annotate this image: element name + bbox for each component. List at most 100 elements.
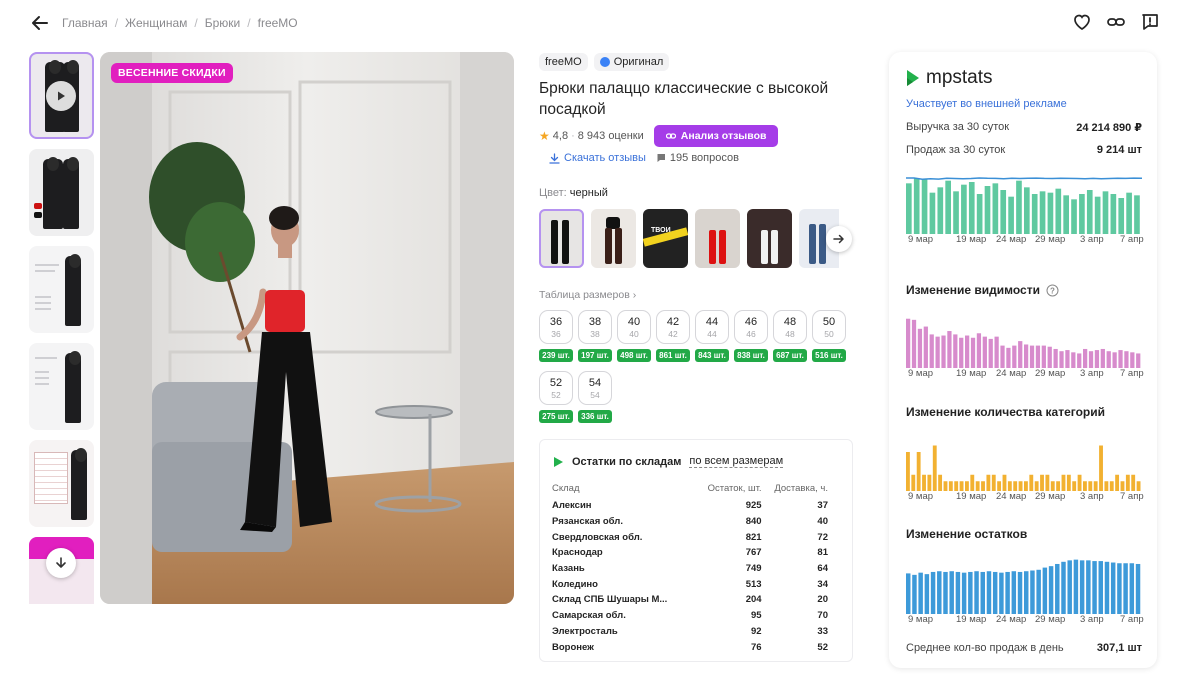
- size-button[interactable]: 54 54: [578, 371, 612, 405]
- external-ad-note[interactable]: Участвует во внешней рекламе: [906, 98, 1067, 110]
- thumbnail-image[interactable]: [29, 149, 94, 236]
- main-product-image[interactable]: ВЕСЕННИЕ СКИДКИ: [100, 52, 514, 604]
- chart-bar: [1077, 353, 1082, 368]
- color-swatch[interactable]: [539, 209, 584, 268]
- thumbnail-image[interactable]: [29, 537, 94, 604]
- chart-bar: [1024, 344, 1029, 368]
- download-icon: [549, 152, 560, 164]
- stock-value: 204: [745, 594, 762, 606]
- size-button[interactable]: 46 46: [734, 310, 768, 344]
- breadcrumb-item[interactable]: Брюки: [205, 16, 241, 30]
- size-grid: 36 36 239 шт. 38 38 197 шт. 40 40 498 шт. 42 42…: [539, 310, 859, 423]
- chart-bar: [916, 452, 921, 491]
- chart-bar: [1000, 190, 1007, 234]
- breadcrumb-item[interactable]: freeMO: [258, 16, 298, 30]
- color-swatch[interactable]: [747, 209, 792, 268]
- mpstats-logo[interactable]: mpstats: [906, 67, 993, 89]
- chart-bar: [1024, 481, 1028, 491]
- reviews-links-row: Скачать отзывы 195 вопросов: [549, 152, 739, 164]
- scroll-down-icon[interactable]: [46, 548, 76, 578]
- chart-bar: [1117, 563, 1122, 614]
- stock-value: 92: [750, 625, 762, 637]
- chart-bar: [1040, 474, 1044, 491]
- color-swatch[interactable]: [591, 209, 636, 268]
- categories-chart[interactable]: 9 мар 19 мар 24 мар 29 мар 3 апр 7 апр: [906, 435, 1144, 503]
- chart-bar: [992, 183, 999, 234]
- size-button[interactable]: 44 44: [695, 310, 729, 344]
- sales-chart[interactable]: 9 мар 19 мар 24 мар 29 мар 3 апр 7 апр: [906, 170, 1144, 246]
- play-icon[interactable]: [46, 81, 76, 111]
- delivery-hours: 37: [817, 500, 828, 512]
- heart-icon[interactable]: [1072, 12, 1092, 32]
- size-ru: 46: [746, 328, 756, 339]
- analyze-reviews-button[interactable]: Анализ отзывов: [653, 125, 779, 147]
- mpstats-logo-text: mpstats: [926, 67, 993, 88]
- chart-bar: [1030, 570, 1035, 614]
- x-tick-label: 24 мар: [996, 491, 1027, 502]
- x-tick-label: 29 мар: [1035, 368, 1066, 379]
- chart-bar: [1088, 481, 1093, 491]
- next-arrow-icon[interactable]: [826, 226, 852, 252]
- chart-bar: [1112, 352, 1117, 368]
- chart-bar: [965, 335, 970, 368]
- questions-label: 195 вопросов: [669, 152, 739, 164]
- breadcrumb-item[interactable]: Женщинам: [125, 16, 187, 30]
- help-icon[interactable]: ?: [1046, 284, 1059, 297]
- delivery-hours: 20: [817, 594, 828, 606]
- stock-chart[interactable]: 9 мар 19 мар 24 мар 29 мар 3 апр 7 апр: [906, 552, 1144, 626]
- categories-heading: Изменение количества категорий: [906, 405, 1105, 419]
- x-tick-label: 7 апр: [1120, 614, 1144, 625]
- size-table-link[interactable]: Таблица размеров ›: [539, 289, 636, 301]
- chart-bar: [1017, 571, 1023, 614]
- chart-bar: [923, 326, 928, 368]
- revenue-label: Выручка за 30 суток: [906, 121, 1010, 133]
- size-button[interactable]: 48 48: [773, 310, 807, 344]
- size-button[interactable]: 50 50: [812, 310, 846, 344]
- visibility-chart[interactable]: 9 мар 19 мар 24 мар 29 мар 3 апр 7 апр: [906, 308, 1144, 380]
- chart-bar: [968, 571, 973, 614]
- size-button[interactable]: 42 42: [656, 310, 690, 344]
- chart-bar: [1063, 195, 1069, 234]
- size-button[interactable]: 38 38: [578, 310, 612, 344]
- size-button[interactable]: 40 40: [617, 310, 651, 344]
- chart-bar: [947, 331, 952, 368]
- chart-bar: [1079, 194, 1085, 234]
- reviews-count[interactable]: 8 943 оценки: [578, 130, 644, 142]
- table-row: Алексин 925 37: [552, 498, 828, 514]
- color-swatch[interactable]: ТВОИ: [643, 209, 688, 268]
- stock-badge: 498 шт.: [617, 349, 651, 362]
- brand-row: freeMO Оригинал: [539, 53, 670, 71]
- thumbnail-image[interactable]: [29, 440, 94, 527]
- size-ru: 38: [590, 328, 600, 339]
- link-icon[interactable]: [1106, 12, 1126, 32]
- size-button[interactable]: 52 52: [539, 371, 573, 405]
- warehouse-filter-dropdown[interactable]: по всем размерам: [689, 455, 784, 468]
- back-arrow-icon[interactable]: [30, 13, 50, 33]
- thumbnail-video[interactable]: [29, 52, 94, 139]
- chart-bar: [1029, 474, 1034, 491]
- brand-chip[interactable]: freeMO: [539, 53, 588, 71]
- chart-bar: [1047, 346, 1052, 368]
- chart-bar: [1059, 351, 1064, 368]
- size-button[interactable]: 36 36: [539, 310, 573, 344]
- warehouse-name: Рязанская обл.: [552, 516, 623, 528]
- report-icon[interactable]: [1140, 12, 1160, 32]
- chart-bar: [1131, 474, 1136, 491]
- breadcrumb-item[interactable]: Главная: [62, 16, 108, 30]
- x-tick-label: 29 мар: [1035, 234, 1066, 245]
- color-swatch[interactable]: [695, 209, 740, 268]
- warehouse-name: Склад СПБ Шушары М...: [552, 594, 668, 606]
- chart-bar: [1067, 560, 1072, 614]
- download-reviews-link[interactable]: Скачать отзывы: [549, 152, 646, 164]
- chart-bar: [918, 572, 923, 614]
- thumbnail-image[interactable]: [29, 246, 94, 333]
- questions-link[interactable]: 195 вопросов: [656, 152, 739, 164]
- chart-bar: [970, 337, 976, 368]
- sales-row: Продаж за 30 суток 9 214 шт: [906, 144, 1142, 156]
- table-row: Воронеж 76 52: [552, 639, 828, 655]
- warehouse-name: Электросталь: [552, 625, 618, 637]
- chart-bar: [1104, 561, 1110, 614]
- chart-bar: [975, 481, 980, 491]
- visibility-title: Изменение видимости: [906, 283, 1040, 297]
- thumbnail-image[interactable]: [29, 343, 94, 430]
